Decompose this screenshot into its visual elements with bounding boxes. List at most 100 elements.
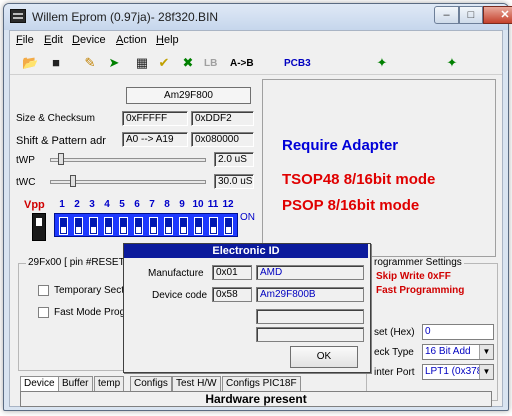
printer-port-select[interactable]: LPT1 (0x378) ▼ xyxy=(422,364,494,380)
vpp-switch[interactable] xyxy=(32,213,46,241)
require-adapter-text: Require Adapter xyxy=(282,137,399,154)
dip-on-label: ON xyxy=(240,212,255,223)
status-bar: Hardware present xyxy=(20,391,492,407)
menu-device[interactable]: Device xyxy=(72,34,106,46)
dip-number: 4 xyxy=(104,199,110,210)
tab-configs-pic18f[interactable]: Configs PIC18F xyxy=(222,376,301,391)
dip-switch[interactable] xyxy=(104,217,113,235)
manufacture-label: Manufacture xyxy=(148,268,204,279)
menu-file[interactable]: File xyxy=(16,34,34,46)
dip-number: 12 xyxy=(222,199,234,210)
dip-switch[interactable] xyxy=(149,217,158,235)
dip-number: 9 xyxy=(179,199,185,210)
shift-pattern-label: Shift & Pattern adr xyxy=(16,135,106,147)
menu-edit[interactable]: Edit xyxy=(44,34,63,46)
auto-icon[interactable]: ✦ xyxy=(444,55,460,71)
dip-switch[interactable] xyxy=(224,217,233,235)
fast-mode-checkbox[interactable] xyxy=(38,307,49,318)
program-icon[interactable]: ✦ xyxy=(374,55,390,71)
twp-slider-thumb[interactable] xyxy=(58,153,64,165)
pattern-field: 0x080000 xyxy=(191,132,254,147)
dip-switch[interactable] xyxy=(209,217,218,235)
twc-slider-thumb[interactable] xyxy=(70,175,76,187)
dip-switch-block xyxy=(54,213,238,237)
fast-programming-option[interactable]: Fast Programming xyxy=(376,285,464,296)
tab-device[interactable]: Device xyxy=(20,376,59,392)
tsop-mode-text: TSOP48 8/16bit mode xyxy=(282,171,436,188)
ok-button[interactable]: OK xyxy=(290,346,358,368)
dip-number: 7 xyxy=(149,199,155,210)
ic-chip-icon[interactable]: ▦ xyxy=(134,55,150,71)
toolbar: 📂 ■ ✎ ➤ ▦ ✔ ✖ LB A->B PCB3 ✦ ✦ xyxy=(10,51,502,75)
lb-button[interactable]: LB xyxy=(204,58,217,69)
dip-switch[interactable] xyxy=(134,217,143,235)
dip-switch[interactable] xyxy=(179,217,188,235)
pin-reset-group-title: 29Fx00 [ pin #RESET/ xyxy=(26,257,130,268)
programmer-settings-title: rogrammer Settings xyxy=(372,257,464,268)
tab-buffer[interactable]: Buffer xyxy=(58,376,93,391)
menu-help[interactable]: Help xyxy=(156,34,179,46)
check-type-select[interactable]: 16 Bit Add ▼ xyxy=(422,344,494,360)
dip-number: 1 xyxy=(59,199,65,210)
temporary-sector-checkbox[interactable] xyxy=(38,285,49,296)
save-disk-icon[interactable]: ■ xyxy=(48,55,64,71)
dip-switch[interactable] xyxy=(194,217,203,235)
dip-switch[interactable] xyxy=(89,217,98,235)
checksum-field: 0xDDF2 xyxy=(191,111,254,126)
size-checksum-label: Size & Checksum xyxy=(16,113,95,124)
dip-number: 6 xyxy=(134,199,140,210)
offset-label: set (Hex) xyxy=(374,327,415,338)
twp-value: 2.0 uS xyxy=(214,152,254,167)
electronic-id-dialog: Electronic ID Manufacture 0x01 AMD Devic… xyxy=(123,243,371,373)
erase-icon[interactable]: ✖ xyxy=(180,55,196,71)
printer-port-label: inter Port xyxy=(374,367,415,378)
size-field: 0xFFFFF xyxy=(122,111,188,126)
tab-temp[interactable]: temp xyxy=(94,376,125,391)
menu-action[interactable]: Action xyxy=(116,34,147,46)
device-code-label: Device code xyxy=(152,290,208,301)
pcb-label[interactable]: PCB3 xyxy=(284,58,311,69)
menu-bar: File Edit Device Action Help xyxy=(10,31,502,49)
manufacture-code: 0x01 xyxy=(212,265,252,280)
device-code: 0x58 xyxy=(212,287,252,302)
main-window: Willem Eprom (0.97ja)- 28f320.BIN – □ ✕ … xyxy=(3,3,512,411)
write-chip-icon[interactable]: ➤ xyxy=(106,55,122,71)
dialog-title[interactable]: Electronic ID xyxy=(124,244,368,258)
check-type-value: 16 Bit Add xyxy=(425,346,471,357)
twc-label: tWC xyxy=(16,177,36,188)
dip-number: 3 xyxy=(89,199,95,210)
tab-configs[interactable]: Configs xyxy=(130,376,172,391)
title-bar[interactable]: Willem Eprom (0.97ja)- 28f320.BIN – □ ✕ xyxy=(4,4,512,30)
read-chip-icon[interactable]: ✎ xyxy=(82,55,98,71)
atob-button[interactable]: A->B xyxy=(230,58,254,69)
tab-test-hw[interactable]: Test H/W xyxy=(172,376,221,391)
close-button[interactable]: ✕ xyxy=(483,6,512,24)
dip-switch[interactable] xyxy=(119,217,128,235)
dip-number: 2 xyxy=(74,199,80,210)
dip-switch[interactable] xyxy=(164,217,173,235)
window-title: Willem Eprom (0.97ja)- 28f320.BIN xyxy=(32,10,219,24)
twp-slider[interactable] xyxy=(50,158,206,162)
dip-switch[interactable] xyxy=(59,217,68,235)
extra-field-2 xyxy=(256,327,364,342)
adapter-panel xyxy=(262,79,496,257)
chip-select-button[interactable]: Am29F800 xyxy=(126,87,251,104)
verify-icon[interactable]: ✔ xyxy=(156,55,172,71)
manufacture-name: AMD xyxy=(256,265,364,280)
minimize-button[interactable]: – xyxy=(434,6,459,24)
temporary-sector-label: Temporary Sect xyxy=(54,285,125,296)
psop-mode-text: PSOP 8/16bit mode xyxy=(282,197,420,214)
chevron-down-icon[interactable]: ▼ xyxy=(479,365,493,379)
chevron-down-icon[interactable]: ▼ xyxy=(479,345,493,359)
offset-input[interactable]: 0 xyxy=(422,324,494,340)
extra-field-1 xyxy=(256,309,364,324)
twc-value: 30.0 uS xyxy=(214,174,254,189)
maximize-button[interactable]: □ xyxy=(459,6,483,24)
open-folder-icon[interactable]: 📂 xyxy=(22,55,38,71)
dip-number: 5 xyxy=(119,199,125,210)
skip-write-option[interactable]: Skip Write 0xFF xyxy=(376,271,451,282)
shift-field: A0 --> A19 xyxy=(122,132,188,147)
check-type-label: eck Type xyxy=(374,347,414,358)
dip-switch[interactable] xyxy=(74,217,83,235)
client-area: File Edit Device Action Help 📂 ■ ✎ ➤ ▦ ✔… xyxy=(9,30,503,407)
